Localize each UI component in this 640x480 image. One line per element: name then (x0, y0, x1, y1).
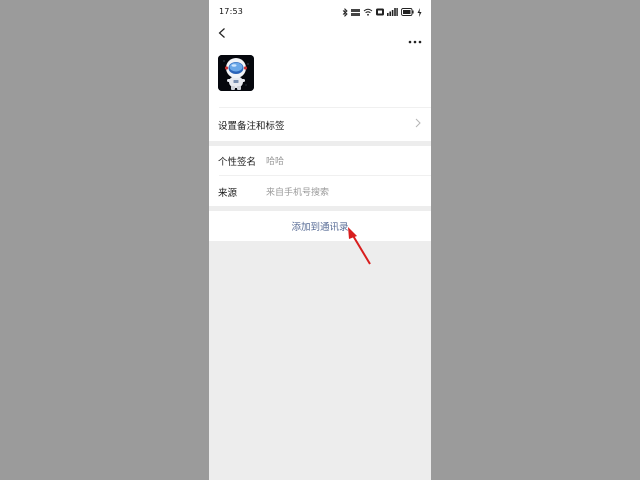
battery-icon (401, 8, 414, 16)
wifi-icon (363, 8, 373, 16)
add-to-contacts-label: 添加到通讯录 (291, 222, 349, 233)
status-bar: 17:53 (209, 0, 431, 26)
status-icons (342, 7, 422, 17)
charging-icon (417, 7, 422, 17)
add-to-contacts-button[interactable]: 添加到通讯录 (209, 211, 431, 241)
chevron-right-icon (415, 118, 421, 128)
avatar[interactable] (218, 55, 254, 91)
source-value: 来自手机号搜索 (266, 188, 330, 198)
back-button[interactable] (215, 26, 231, 42)
more-dots-icon (408, 40, 422, 44)
signature-row: 个性签名 哈哈 (209, 146, 431, 175)
status-time: 17:53 (219, 7, 244, 16)
info-section: 个性签名 哈哈 来源 来自手机号搜索 (209, 146, 431, 206)
hd-icon (376, 8, 384, 16)
phone-screen: 17:53 设置备注和标签 个性签名 哈哈 来源 来自手机号搜索 添加到通讯录 (209, 0, 431, 480)
chevron-left-icon (218, 28, 225, 38)
remark-tags-row[interactable]: 设置备注和标签 (209, 108, 431, 141)
remark-tags-label: 设置备注和标签 (218, 121, 285, 132)
source-label: 来源 (218, 188, 238, 199)
signature-label: 个性签名 (218, 157, 257, 168)
astronaut-avatar (218, 55, 254, 91)
source-row: 来源 来自手机号搜索 (209, 176, 431, 206)
network-speed-icon (351, 8, 360, 16)
bluetooth-icon (342, 7, 348, 17)
more-button[interactable] (408, 30, 422, 44)
signature-value: 哈哈 (266, 157, 285, 167)
signal-icon (387, 8, 398, 16)
